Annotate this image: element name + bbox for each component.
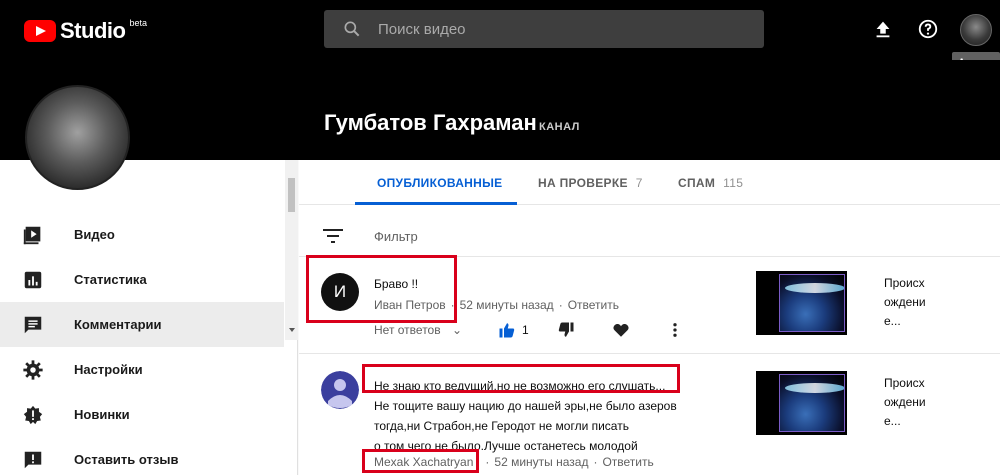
studio-logo[interactable]: Studio beta	[24, 18, 147, 44]
video-frame	[779, 374, 845, 432]
tab-label: НА ПРОВЕРКЕ	[538, 175, 628, 190]
analytics-icon	[24, 271, 42, 288]
tab-label: СПАМ	[678, 175, 716, 190]
replies-toggle[interactable]: Нет ответов ⌄	[374, 323, 462, 337]
help-icon[interactable]	[917, 18, 939, 40]
highlight-box	[362, 364, 680, 393]
sidebar-item-video[interactable]: Видео	[0, 212, 284, 257]
tab-held-for-review[interactable]: НА ПРОВЕРКЕ 7	[538, 160, 643, 205]
reply-link[interactable]: Ответить	[602, 455, 653, 469]
channel-title: Гумбатов Гахраман	[324, 110, 537, 135]
commenter-avatar[interactable]	[321, 371, 359, 409]
thumbs-up-icon[interactable]	[498, 321, 516, 339]
more-options-icon[interactable]	[666, 321, 684, 339]
sidebar-item-label: Настройки	[74, 362, 143, 377]
sidebar-item-label: Видео	[74, 227, 115, 242]
sidebar-item-label: Статистика	[74, 272, 147, 287]
replies-toggle-label: Нет ответов	[374, 323, 441, 337]
filter-input[interactable]: Фильтр	[374, 229, 418, 244]
tab-label: ОПУБЛИКОВАННЫЕ	[377, 175, 503, 190]
feedback-icon	[24, 451, 42, 468]
settings-icon	[23, 359, 43, 380]
channel-tag: КАНАЛ	[539, 121, 580, 133]
top-bar: Studio beta	[0, 0, 1000, 60]
tab-published[interactable]: ОПУБЛИКОВАННЫЕ	[377, 160, 502, 205]
sidebar-item-feedback[interactable]: Оставить отзыв	[0, 437, 284, 475]
video-title[interactable]: Происх ождени е...	[884, 274, 944, 331]
video-title-line: ождени	[884, 395, 926, 409]
whats-new-icon	[23, 405, 43, 424]
video-title[interactable]: Происх ождени е...	[884, 374, 944, 431]
comment-tabs: ОПУБЛИКОВАННЫЕ НА ПРОВЕРКЕ 7 СПАМ 115	[299, 160, 1000, 205]
search-box[interactable]	[324, 10, 764, 48]
upload-icon[interactable]	[872, 18, 894, 40]
video-icon	[23, 226, 41, 244]
video-title-line: Происх	[884, 376, 925, 390]
video-frame	[779, 274, 845, 332]
chevron-down-icon: ⌄	[451, 323, 463, 337]
sidebar-scrollbar[interactable]	[285, 160, 298, 340]
video-thumbnail[interactable]	[756, 371, 847, 435]
comments-icon	[24, 316, 42, 333]
highlight-box	[362, 449, 479, 473]
sidebar-item-whats-new[interactable]: Новинки	[0, 392, 284, 437]
youtube-play-icon	[24, 20, 56, 42]
logo-text: Studio	[60, 18, 126, 43]
divider	[299, 353, 1000, 354]
sidebar-item-label: Новинки	[74, 407, 130, 422]
reply-link[interactable]: Ответить	[568, 298, 619, 312]
sidebar-item-label: Комментарии	[74, 317, 162, 332]
video-title-line: е...	[884, 414, 901, 428]
video-title-line: ождени	[884, 295, 926, 309]
sidebar-item-comments[interactable]: Комментарии	[0, 302, 284, 347]
search-icon	[344, 21, 360, 37]
comment-text-line: Не тощите вашу нацию до нашей эры,не был…	[374, 399, 677, 413]
account-avatar[interactable]	[960, 14, 992, 46]
studio-page: Studio beta Аккаунт Гумбатов Гахраман КА…	[0, 0, 1000, 475]
tab-count: 115	[723, 175, 744, 190]
active-tab-indicator	[355, 202, 517, 205]
scroll-down-arrow-icon[interactable]	[289, 328, 295, 332]
thumbs-down-icon[interactable]	[557, 321, 575, 339]
like-count: 1	[522, 323, 529, 337]
tab-count: 7	[635, 175, 643, 190]
sidebar-item-analytics[interactable]: Статистика	[0, 257, 284, 302]
highlight-box	[306, 255, 457, 323]
heart-icon[interactable]	[612, 321, 630, 339]
beta-label: beta	[129, 18, 147, 28]
sidebar-item-settings[interactable]: Настройки	[0, 347, 284, 392]
filter-icon[interactable]	[323, 229, 343, 243]
sidebar-item-label: Оставить отзыв	[74, 452, 179, 467]
search-input[interactable]	[378, 20, 738, 38]
comment-time: 52 минуты назад	[459, 298, 554, 312]
channel-avatar[interactable]	[25, 85, 130, 190]
tab-spam[interactable]: СПАМ 115	[678, 160, 743, 205]
scrollbar-thumb[interactable]	[288, 178, 295, 212]
comment-text-line: тогда,ни Страбон,не Геродот не могли пис…	[374, 419, 629, 433]
video-title-line: Происх	[884, 276, 925, 290]
video-thumbnail[interactable]	[756, 271, 847, 335]
comment-time: 52 минуты назад	[494, 455, 589, 469]
sidebar: Видео Статистика Комментарии Настройки Н…	[0, 160, 298, 475]
video-title-line: е...	[884, 314, 901, 328]
